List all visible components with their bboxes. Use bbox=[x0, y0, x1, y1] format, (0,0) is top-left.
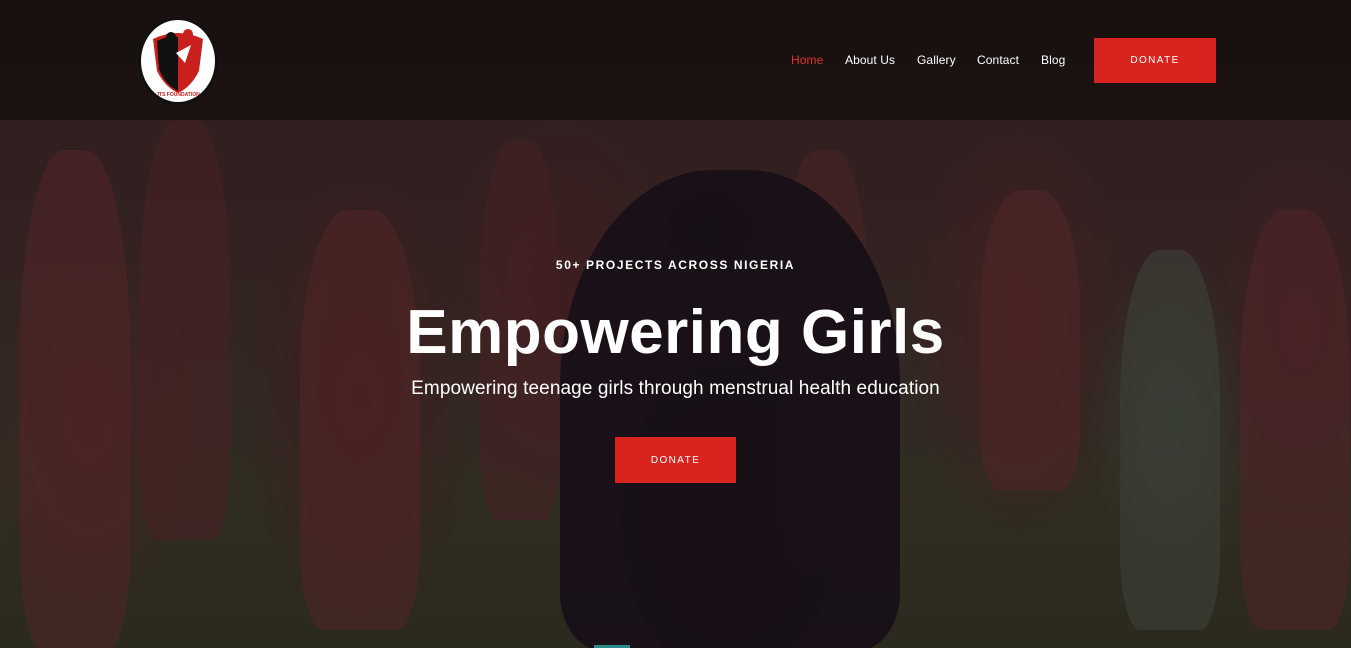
svg-text:JTS FOUNDATION: JTS FOUNDATION bbox=[156, 92, 200, 98]
nav-about-us[interactable]: About Us bbox=[845, 53, 895, 67]
nav-gallery[interactable]: Gallery bbox=[917, 53, 956, 67]
brand-logo[interactable]: JTS FOUNDATION bbox=[138, 17, 218, 105]
nav-donate-button[interactable]: DONATE bbox=[1094, 38, 1216, 83]
nav-blog[interactable]: Blog bbox=[1041, 53, 1065, 67]
hero-subline: Empowering teenage girls through menstru… bbox=[411, 378, 940, 399]
hero-donate-button[interactable]: DONATE bbox=[615, 437, 736, 483]
hero-section: JTS FOUNDATION Home About Us Gallery Con… bbox=[0, 0, 1351, 648]
nav-contact[interactable]: Contact bbox=[977, 53, 1019, 67]
hero-headline: Empowering Girls bbox=[406, 298, 945, 367]
hero-kicker: 50+ PROJECTS ACROSS NIGERIA bbox=[555, 258, 796, 272]
top-navbar: JTS FOUNDATION Home About Us Gallery Con… bbox=[0, 0, 1351, 120]
nav-home[interactable]: Home bbox=[791, 53, 823, 67]
jts-foundation-logo-icon: JTS FOUNDATION bbox=[153, 29, 203, 98]
